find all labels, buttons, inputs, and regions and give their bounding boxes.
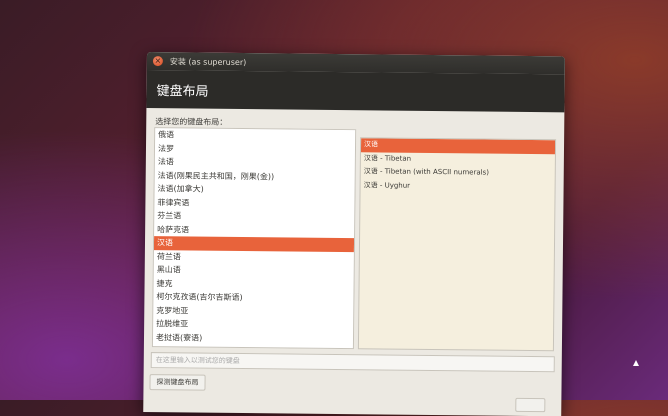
detect-layout-button[interactable]: 探测键盘布局	[149, 374, 206, 391]
layout-list-item[interactable]: 老挝语(寮语)	[153, 331, 353, 347]
layout-list-item[interactable]: 菲律宾语	[154, 196, 354, 212]
layout-prompt-label: 选择您的键盘布局：	[155, 117, 228, 127]
mouse-cursor-icon	[633, 360, 639, 366]
page-title: 键盘布局	[156, 83, 209, 100]
layout-list-item[interactable]: 拉脱维亚	[153, 317, 353, 333]
window-title: 安装 (as superuser)	[169, 56, 247, 67]
continue-button[interactable]	[515, 397, 546, 413]
installer-window: × 安装 (as superuser) 键盘布局 选择您的键盘布局： 俄语 法罗法…	[143, 52, 565, 416]
layout-list-item[interactable]: 柯尔克孜语(吉尔吉斯语)	[153, 290, 353, 306]
layout-list-item[interactable]: 哈萨克语	[154, 223, 354, 239]
keyboard-variant-list[interactable]: 汉语 汉语 - Tibetan 汉语 - Tibetan (with ASCII n…	[357, 137, 557, 352]
close-button[interactable]: ×	[152, 56, 163, 67]
page-header: 键盘布局	[146, 69, 565, 113]
keyboard-test-input[interactable]	[150, 352, 555, 373]
variant-list-item[interactable]: 汉语 - Uyghur	[361, 179, 555, 195]
close-icon: ×	[154, 56, 162, 66]
variant-list-item[interactable]: 汉语 - Tibetan (with ASCII numerals)	[361, 165, 555, 181]
layout-list-item[interactable]: 法语(加拿大)	[154, 182, 354, 198]
keyboard-layout-list[interactable]: 俄语 法罗 法语 法语(刚果民主共和国，刚果(金)) 法语(加拿大) 菲律宾语 芬兰语 哈萨克…	[151, 127, 357, 350]
